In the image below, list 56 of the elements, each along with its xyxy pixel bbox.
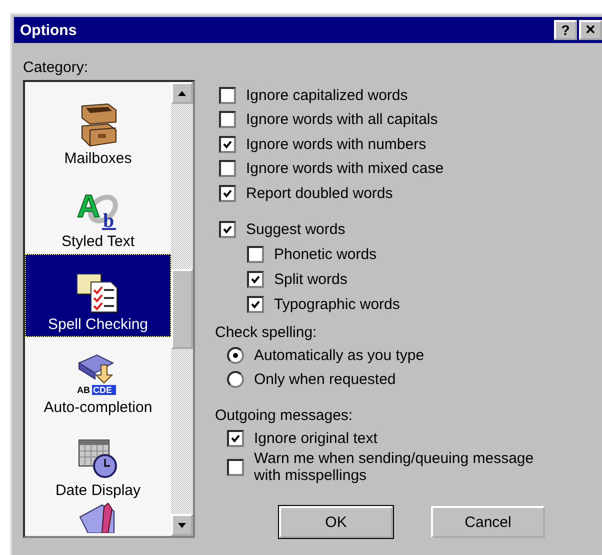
- category-item[interactable]: AB CDE Auto-completion: [25, 337, 171, 420]
- radio-button[interactable]: [227, 371, 244, 388]
- help-button[interactable]: ?: [554, 20, 577, 40]
- option-label: Split words: [274, 271, 348, 288]
- check-icon: [251, 300, 260, 309]
- scrollbar[interactable]: [171, 82, 193, 536]
- checkbox[interactable]: [219, 221, 236, 238]
- category-label-text: Mailboxes: [64, 150, 132, 167]
- check-icon: [231, 434, 240, 442]
- option-label: Ignore original text: [254, 430, 378, 446]
- option-label: Ignore capitalized words: [246, 86, 408, 104]
- scroll-thumb[interactable]: [171, 269, 193, 349]
- option-label: Phonetic words: [274, 246, 377, 263]
- checkbox[interactable]: [247, 271, 264, 288]
- option-label: Ignore words with mixed case: [246, 160, 444, 178]
- category-item[interactable]: Mailboxes: [25, 88, 171, 171]
- checkbox[interactable]: [247, 296, 264, 313]
- scroll-down-button[interactable]: [171, 514, 193, 536]
- option-label: Report doubled words: [246, 184, 393, 202]
- option-label: Typographic words: [274, 296, 400, 313]
- option-label: Ignore words with numbers: [246, 136, 426, 153]
- category-label-text: Spell Checking: [48, 316, 148, 333]
- window-title: Options: [20, 22, 77, 38]
- category-item[interactable]: Spell Checking: [25, 254, 171, 337]
- check-icon: [223, 140, 232, 149]
- category-label-text: Date Display: [55, 482, 141, 499]
- option-label: Ignore words with all capitals: [246, 111, 438, 128]
- checkbox[interactable]: [227, 458, 244, 476]
- category-label: Category:: [23, 59, 90, 78]
- category-label-text: Auto-completion: [44, 399, 152, 416]
- category-item[interactable]: Date Display: [25, 420, 171, 503]
- checkbox[interactable]: [219, 184, 236, 202]
- checkbox[interactable]: [219, 160, 236, 178]
- cancel-button[interactable]: Cancel: [431, 506, 545, 538]
- down-arrow-icon: [178, 522, 186, 528]
- category-label-text: Styled Text: [61, 233, 135, 250]
- check-icon: [223, 225, 232, 234]
- calendar-clock-icon: [77, 438, 119, 480]
- section-label: Outgoing messages:: [215, 406, 354, 426]
- checkbox[interactable]: [227, 430, 244, 446]
- option-label: Warn me when sending/queuing message with misspellings: [254, 450, 535, 484]
- section-label: Check spelling:: [215, 322, 318, 342]
- checkbox[interactable]: [247, 246, 264, 263]
- option-label: Suggest words: [246, 221, 346, 238]
- option-label: Automatically as you type: [254, 346, 424, 364]
- check-icon: [251, 275, 260, 284]
- up-arrow-icon: [178, 90, 186, 96]
- close-button[interactable]: ✕: [579, 20, 602, 40]
- radio-button[interactable]: [227, 346, 244, 364]
- checkbox[interactable]: [219, 136, 236, 153]
- checkbox[interactable]: [219, 86, 236, 104]
- ok-button[interactable]: OK: [279, 506, 393, 538]
- check-icon: [223, 188, 232, 198]
- checkbox[interactable]: [219, 111, 236, 128]
- scroll-up-button[interactable]: [171, 82, 193, 104]
- option-label: Only when requested: [254, 371, 396, 388]
